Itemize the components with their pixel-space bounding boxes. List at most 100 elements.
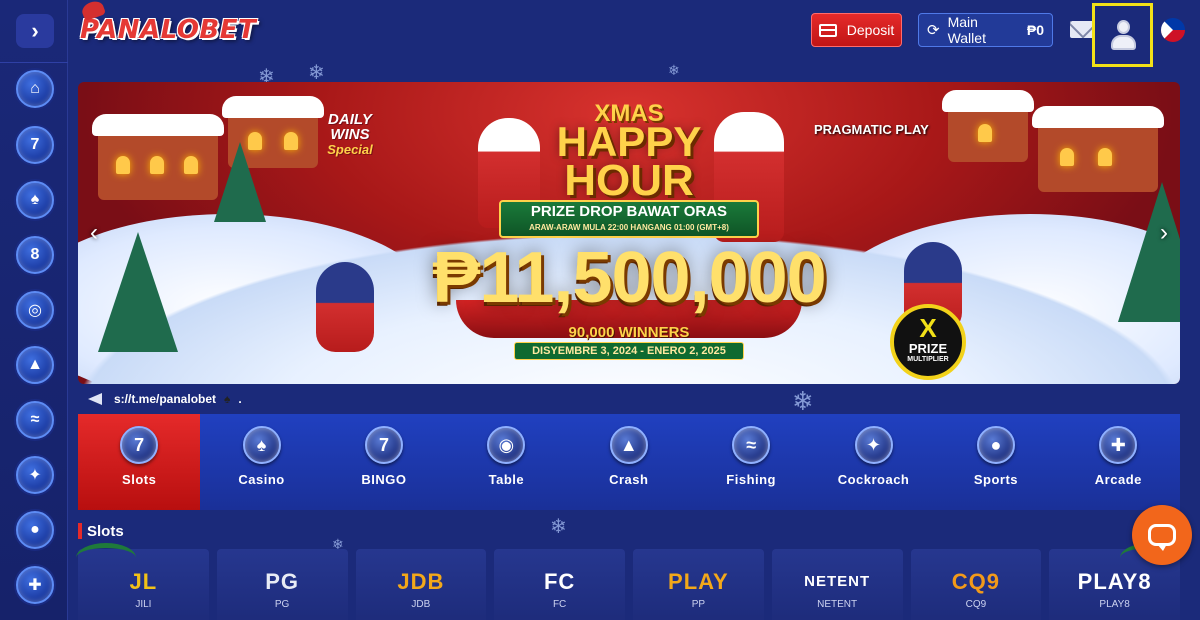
promo-banner[interactable]: DAILY WINS Special PRAGMATIC PLAY XMAS H… xyxy=(78,82,1180,384)
wallet-label: Main Wallet xyxy=(947,14,986,46)
provider-card[interactable]: CQ9 CQ9 xyxy=(910,549,1042,620)
provider-logo: JDB xyxy=(397,569,445,594)
provider-name: PG xyxy=(274,599,290,610)
tab-label: Fishing xyxy=(726,472,776,487)
mail-icon[interactable] xyxy=(1070,21,1094,38)
snowflake-icon: ❄ xyxy=(792,386,814,416)
provider-name: JDB xyxy=(411,599,431,610)
tab-table[interactable]: ◉ Table xyxy=(445,414,567,510)
casino-cards-icon[interactable]: ♠ xyxy=(16,181,54,219)
provider-logo: PLAY8 xyxy=(1077,569,1152,594)
marquee-text: s://t.me/panalobet xyxy=(114,392,217,406)
tab-cockroach[interactable]: ✦ Cockroach xyxy=(812,414,934,510)
banner-next-icon[interactable]: › xyxy=(1154,220,1174,246)
tab-arcade[interactable]: ✚ Arcade xyxy=(1057,414,1179,510)
bingo-category-icon: 7 xyxy=(364,426,403,464)
crash-category-icon: ▲ xyxy=(609,426,648,464)
provider-card[interactable]: PLAY PP xyxy=(633,549,764,620)
cockroach-category-icon: ✦ xyxy=(854,426,893,464)
site-logo[interactable]: PANALOBET xyxy=(79,0,276,50)
chat-bubble-icon xyxy=(1148,524,1176,551)
refresh-icon[interactable]: ⟳ xyxy=(927,21,940,39)
provider-name: NETENT xyxy=(817,599,858,610)
tab-casino[interactable]: ♠ Casino xyxy=(200,414,322,510)
wallet-balance: ₱0 xyxy=(1026,22,1044,38)
tab-label: Sports xyxy=(973,472,1019,487)
arcade-gamepad-icon[interactable]: ✚ xyxy=(16,566,54,604)
provider-card[interactable]: NETENT NETENT xyxy=(771,549,903,620)
megaphone-icon xyxy=(86,391,106,407)
top-header: PANALOBET Deposit ⟳ Main Wallet ₱0 xyxy=(68,0,1200,67)
tab-bingo[interactable]: 7 BINGO xyxy=(323,414,445,510)
tab-fishing[interactable]: ≈ Fishing xyxy=(690,414,812,510)
banner-prev-icon[interactable]: ‹ xyxy=(84,220,104,246)
sidebar-toggle-button[interactable]: › xyxy=(16,14,54,48)
provider-name: PP xyxy=(691,599,706,610)
crash-rocket-icon[interactable]: ▲ xyxy=(16,346,54,384)
provider-logo: PLAY xyxy=(668,569,729,594)
bingo-ball-icon[interactable]: 8 xyxy=(16,236,54,274)
provider-name: CQ9 xyxy=(965,599,987,610)
provider-card[interactable]: PG PG xyxy=(216,549,348,620)
announcement-marquee: s://t.me/panalobet ♠ . xyxy=(86,389,242,409)
promo-dates: DISYEMBRE 3, 2024 - ENERO 2, 2025 xyxy=(514,342,744,360)
casino-category-icon: ♠ xyxy=(242,426,281,464)
sports-category-icon: ● xyxy=(976,426,1015,464)
deposit-label: Deposit xyxy=(846,22,895,38)
section-title: Slots xyxy=(87,523,124,540)
provider-name: JILI xyxy=(135,599,152,610)
provider-name: PLAY8 xyxy=(1099,599,1130,610)
banner-hour-text: HOUR xyxy=(564,156,694,205)
provider-name: FC xyxy=(552,599,567,610)
main-wallet-button[interactable]: ⟳ Main Wallet ₱0 xyxy=(918,13,1053,47)
prize-drop-ribbon: PRIZE DROP BAWAT ORAS ARAW-ARAW MULA 22:… xyxy=(499,200,759,238)
fishing-shark-icon[interactable]: ≈ xyxy=(16,401,54,439)
provider-logo: FC xyxy=(543,569,576,594)
snowflake-icon: ❄ xyxy=(550,516,567,538)
provider-card[interactable]: JDB JDB xyxy=(355,549,487,620)
table-category-icon: ◉ xyxy=(487,426,526,464)
tab-label: Slots xyxy=(122,472,157,487)
fishing-category-icon: ≈ xyxy=(732,426,771,464)
snowflake-icon: ❄ xyxy=(668,62,680,78)
marquee-suffix: . xyxy=(238,392,242,406)
live-chat-button[interactable] xyxy=(1132,505,1192,565)
section-accent xyxy=(78,523,82,539)
credit-card-icon xyxy=(818,23,837,37)
slot-provider-list: JL JILI PG PG JDB JDB FC FC PLAY PP NETENT NETENT CQ… xyxy=(78,549,1180,620)
logo-text: PANALOBET xyxy=(80,15,257,45)
user-avatar-icon xyxy=(1108,18,1138,52)
tab-label: Crash xyxy=(609,472,649,487)
provider-logo: JL xyxy=(129,569,158,594)
spade-icon: ♠ xyxy=(224,392,231,406)
deposit-button[interactable]: Deposit xyxy=(811,13,902,47)
cockroach-icon[interactable]: ✦ xyxy=(16,456,54,494)
sidebar: › ⌂ 7 ♠ 8 ◎ ▲ ≈ ✦ ● ✚ xyxy=(0,0,68,620)
winners-count: 90,000 WINNERS xyxy=(568,324,690,341)
tab-slots[interactable]: 7 Slots xyxy=(78,414,201,510)
table-game-icon[interactable]: ◎ xyxy=(16,291,54,329)
provider-card[interactable]: FC FC xyxy=(494,549,625,620)
profile-button[interactable] xyxy=(1092,3,1153,67)
garland-decoration xyxy=(76,543,136,573)
provider-logo: CQ9 xyxy=(951,569,1000,594)
tab-label: Casino xyxy=(238,472,285,487)
home-icon[interactable]: ⌂ xyxy=(16,70,54,108)
slots-category-icon: 7 xyxy=(120,426,159,464)
provider-logo: NETENT xyxy=(804,573,871,590)
philippines-flag-icon[interactable] xyxy=(1161,18,1185,42)
provider-logo: PG xyxy=(265,569,300,594)
tab-label: Cockroach xyxy=(837,472,910,487)
game-category-tabs: 7 Slots ♠ Casino 7 BINGO ◉ Table ▲ Crash ≈ Fishing ✦… xyxy=(78,414,1180,510)
tab-crash[interactable]: ▲ Crash xyxy=(568,414,690,510)
prize-multiplier-badge: X PRIZE MULTIPLIER xyxy=(890,304,966,380)
sidebar-divider xyxy=(0,62,68,63)
arcade-category-icon: ✚ xyxy=(1099,426,1138,464)
sports-ball-icon[interactable]: ● xyxy=(16,511,54,549)
prize-amount: ₱11,500,000 xyxy=(432,238,826,318)
tab-label: Table xyxy=(488,472,525,487)
tab-sports[interactable]: ● Sports xyxy=(935,414,1057,510)
slots-777-icon[interactable]: 7 xyxy=(16,126,54,164)
tab-label: Arcade xyxy=(1094,472,1142,487)
tab-label: BINGO xyxy=(361,472,407,487)
